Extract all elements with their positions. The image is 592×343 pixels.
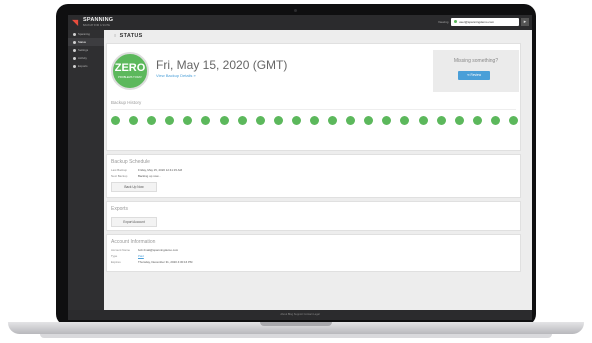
missing-something-text: Missing something? (453, 58, 499, 64)
backup-schedule-title: Backup Schedule (111, 159, 150, 165)
backup-history-dot[interactable] (328, 116, 338, 125)
backup-history-dot[interactable] (472, 116, 482, 125)
account-select[interactable]: user@spanningdemo.com (451, 18, 519, 26)
exports-title: Exports (111, 206, 128, 212)
sidebar-item-label: Spanning (78, 32, 90, 36)
account-name-value: bob.fmatt@spanningdemo.com (138, 248, 179, 252)
review-button-label: Review (470, 73, 481, 77)
menu-button[interactable]: ▸ (521, 18, 529, 26)
account-expires-value: Thursday, December 31, 2020 4:30:16 PM (138, 260, 193, 264)
home-icon (73, 32, 76, 36)
back-up-now-button[interactable]: Back Up Now (111, 182, 157, 192)
main-content: ≡ STATUS ZERO PROBLEMS TODAY Fri, May 15,… (104, 30, 532, 310)
account-type-row: Type Paid (111, 254, 144, 258)
sidebar-item-label: Exports (78, 64, 88, 68)
sidebar-item-settings[interactable]: Settings (68, 46, 104, 54)
account-information-title: Account Information (111, 239, 156, 245)
account-name-row: Account Name bob.fmatt@spanningdemo.com (111, 248, 178, 252)
backup-history-dot[interactable] (364, 116, 374, 125)
review-button[interactable]: ⟲ Review (458, 71, 490, 80)
last-backup-row: Last Backup Friday, May 15, 2020 12:41:15… (111, 168, 182, 172)
backup-history-dot[interactable] (509, 116, 518, 125)
backup-history-dot[interactable] (129, 116, 139, 125)
account-expires-label: Expires (111, 260, 121, 264)
account-type-label: Type (111, 254, 118, 258)
export-icon (73, 64, 76, 68)
backup-history-dot[interactable] (219, 116, 229, 125)
status-dot-icon (454, 20, 457, 23)
footer: About Blog Support Contact Legal (68, 310, 532, 320)
backup-history-dot[interactable] (111, 116, 120, 125)
backup-history-dot[interactable] (273, 116, 283, 125)
account-name-label: Account Name (111, 248, 130, 252)
backup-history-dot[interactable] (418, 116, 428, 125)
backup-history-dot[interactable] (165, 116, 175, 125)
status-card: ZERO PROBLEMS TODAY Fri, May 15, 2020 (G… (106, 43, 521, 151)
backup-history-label: Backup History (111, 100, 142, 105)
backup-history-dot[interactable] (400, 116, 410, 125)
backup-history-dot[interactable] (255, 116, 265, 125)
status-date: Fri, May 15, 2020 (GMT) (156, 58, 288, 72)
backup-history-dot[interactable] (382, 116, 392, 125)
account-information-card: Account Information Account Name bob.fmat… (106, 234, 521, 272)
backup-history-dot[interactable] (346, 116, 356, 125)
sidebar: Spanning Status Settings Activity Export… (68, 30, 104, 310)
badge-main-text: ZERO (114, 62, 146, 74)
page-title: ≡ STATUS (114, 33, 143, 39)
sidebar-item-status[interactable]: Status (68, 38, 104, 46)
badge-sub-text: PROBLEMS TODAY (118, 76, 142, 79)
exports-card: Exports Export Account (106, 201, 521, 231)
screen: ◥ SPANNING BACKUP FOR G SUITE Viewing us… (68, 15, 532, 320)
status-icon (73, 40, 76, 44)
sidebar-item-activity[interactable]: Activity (68, 54, 104, 62)
camera-icon (294, 9, 297, 12)
next-backup-row: Next Backup Backing up now... (111, 174, 161, 178)
backup-history-dots (111, 116, 518, 126)
status-page-icon: ≡ (114, 33, 117, 38)
activity-icon (73, 56, 76, 60)
backup-history-dot[interactable] (201, 116, 211, 125)
next-backup-label: Next Backup (111, 174, 128, 178)
backup-history-dot[interactable] (310, 116, 319, 125)
backup-history-dot[interactable] (291, 116, 301, 125)
laptop-notch (260, 322, 332, 326)
zero-problems-badge: ZERO PROBLEMS TODAY (111, 52, 149, 90)
brand-name: SPANNING (83, 17, 114, 23)
next-backup-value: Backing up now... (138, 174, 161, 178)
backup-history-dot[interactable] (454, 116, 464, 125)
sidebar-item-label: Settings (78, 48, 89, 52)
sidebar-item-label: Status (78, 40, 86, 44)
sidebar-item-exports[interactable]: Exports (68, 62, 104, 70)
export-account-button[interactable]: Export Account (111, 217, 157, 227)
account-label: Viewing (438, 20, 449, 24)
backup-history-dot[interactable] (490, 116, 500, 125)
page-title-text: STATUS (119, 33, 143, 39)
backup-history-dot[interactable] (237, 116, 247, 125)
last-backup-label: Last Backup (111, 168, 127, 172)
top-bar: ◥ SPANNING BACKUP FOR G SUITE Viewing us… (68, 15, 532, 30)
account-type-link[interactable]: Paid (138, 254, 144, 258)
view-backup-details-link[interactable]: View Backup Details » (156, 73, 196, 78)
missing-something-panel: Missing something? ⟲ Review (433, 50, 519, 92)
backup-schedule-card: Backup Schedule Last Backup Friday, May 1… (106, 154, 521, 198)
last-backup-value: Friday, May 15, 2020 12:41:15 AM (138, 168, 182, 172)
laptop-shadow (40, 334, 552, 338)
backup-history-dot[interactable] (436, 116, 446, 125)
backup-history-dot[interactable] (183, 116, 193, 125)
gear-icon (73, 48, 76, 52)
backup-history-dot[interactable] (147, 116, 157, 125)
account-select-value: user@spanningdemo.com (459, 20, 495, 24)
sidebar-item-spanning[interactable]: Spanning (68, 30, 104, 38)
account-expires-row: Expires Thursday, December 31, 2020 4:30:… (111, 260, 192, 264)
divider (111, 109, 516, 110)
sidebar-item-label: Activity (78, 56, 87, 60)
brand-subtitle: BACKUP FOR G SUITE (83, 24, 110, 27)
logo-icon: ◥ (72, 18, 79, 27)
